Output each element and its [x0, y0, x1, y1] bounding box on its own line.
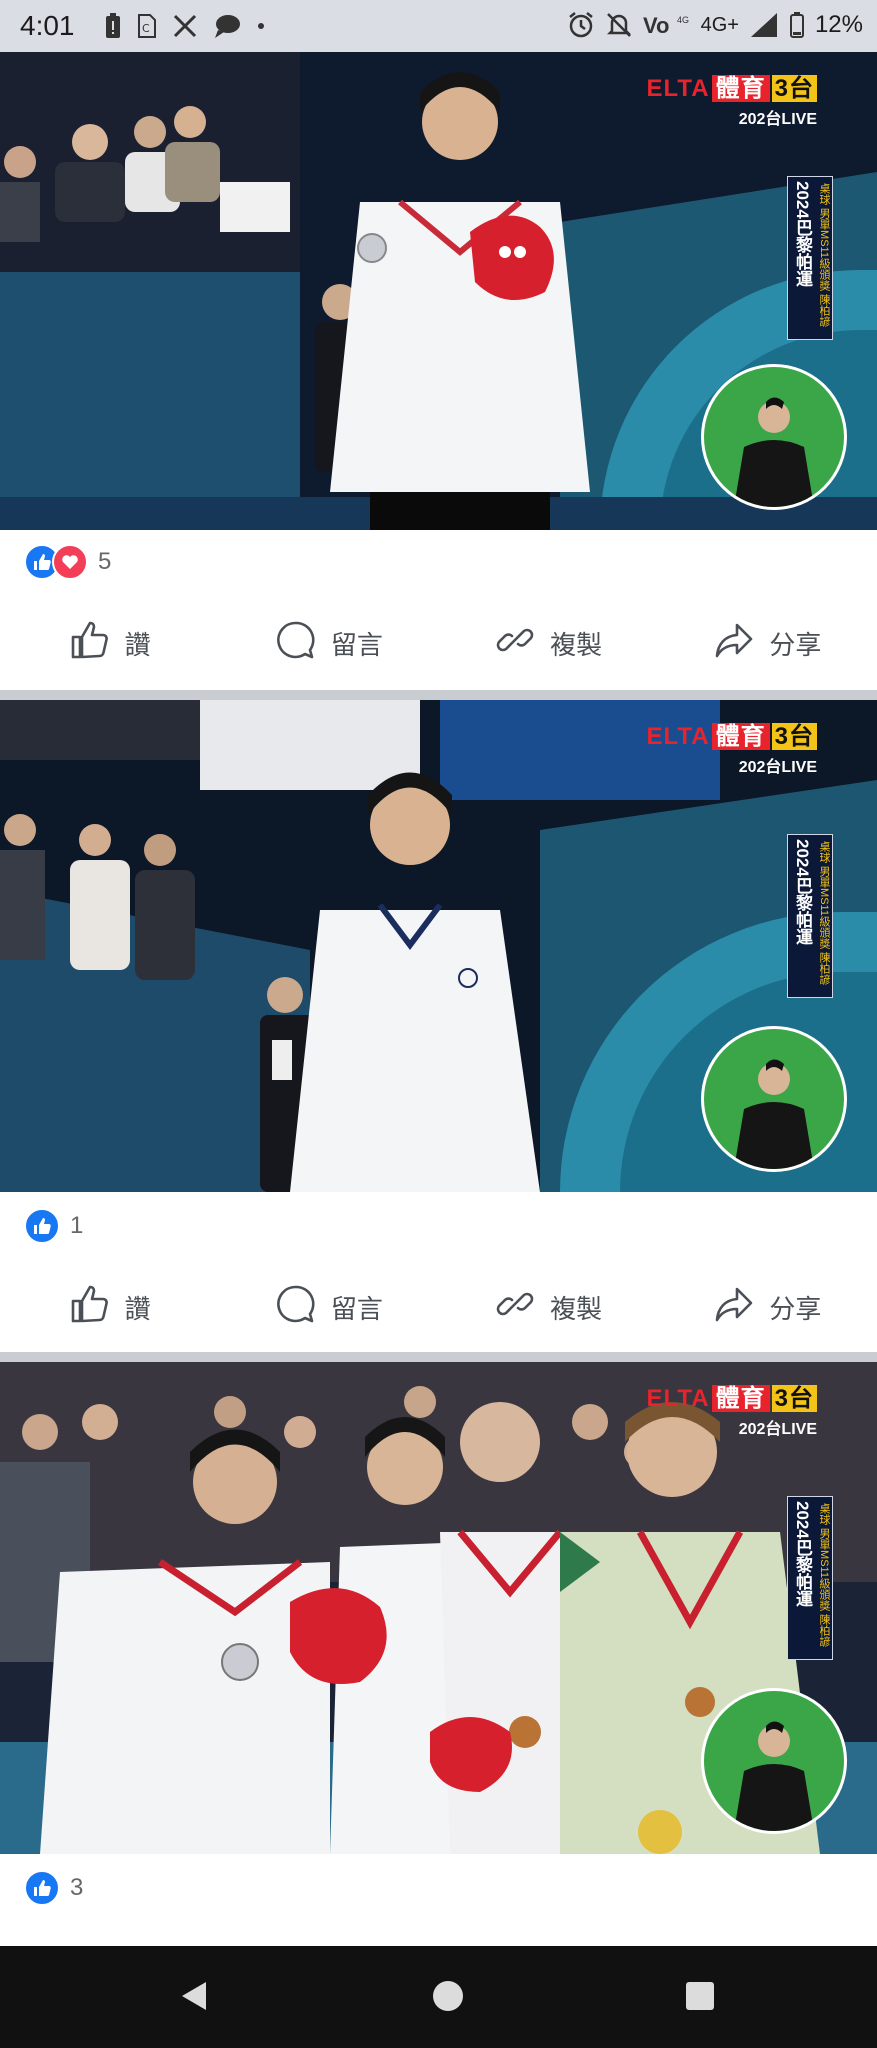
copy-label: 複製 — [550, 1293, 603, 1324]
comment-button[interactable]: 留言 — [219, 1272, 438, 1342]
volte-icon: Vo 4G — [643, 9, 691, 41]
event-badge: 2024巴黎帕運 桌球 男單MS11級頒獎 陳柏諺 — [787, 176, 833, 340]
comment-icon — [275, 619, 317, 668]
status-system-icons: Vo 4G 4G+ 12% — [567, 9, 863, 41]
brand-channel-num: 3台 — [771, 1385, 817, 1412]
post-actions: 讚 留言 複製 分享 — [0, 608, 877, 678]
svg-text:C: C — [142, 22, 150, 35]
signal-icon — [749, 9, 779, 41]
post-2: ELTA 體育 3台 202台LIVE 2024巴黎帕運 桌球 男單MS11級頒獎 … — [0, 700, 877, 1352]
back-button[interactable] — [174, 1976, 214, 2016]
status-notification-icons: C — [104, 10, 266, 42]
broadcast-logo: ELTA 體育 3台 202台LIVE — [647, 716, 817, 777]
battery-icon — [789, 9, 805, 41]
thumbs-up-icon — [69, 1283, 111, 1332]
dot-icon — [256, 10, 266, 42]
like-label: 讚 — [124, 629, 151, 660]
sign-interpreter-inset — [701, 1688, 847, 1834]
system-navigation-bar — [0, 1946, 877, 2048]
channel-sub: 202台LIVE — [738, 759, 817, 776]
like-reaction-icon — [24, 1208, 60, 1244]
comment-icon — [275, 1283, 317, 1332]
share-button[interactable]: 分享 — [658, 608, 877, 678]
share-label: 分享 — [769, 629, 822, 660]
home-circle-icon — [433, 1981, 463, 2011]
event-title: 2024巴黎帕運 — [793, 839, 812, 945]
battery-alert-icon — [104, 10, 122, 42]
post-photo[interactable]: ELTA 體育 3台 202台LIVE 2024巴黎帕運 桌球 男單MS11級頒獎 … — [0, 52, 877, 530]
post-3: ELTA 體育 3台 202台LIVE 2024巴黎帕運 桌球 男單MS11級頒獎 … — [0, 1362, 877, 1946]
recents-button[interactable] — [680, 1976, 720, 2016]
sim-icon: C — [136, 10, 158, 42]
post-actions: 讚 留言 複製 分享 — [0, 1272, 877, 1342]
share-button[interactable]: 分享 — [658, 1272, 877, 1342]
like-button[interactable]: 讚 — [0, 1272, 219, 1342]
alarm-icon — [567, 9, 595, 41]
event-title: 2024巴黎帕運 — [793, 1501, 812, 1607]
reaction-summary[interactable]: 1 — [24, 1206, 83, 1246]
brand-channel-ch: 體育 — [711, 1385, 770, 1412]
post-divider — [0, 1352, 877, 1362]
like-button[interactable]: 讚 — [0, 608, 219, 678]
link-icon — [494, 1283, 536, 1332]
copy-link-button[interactable]: 複製 — [439, 608, 658, 678]
event-subtitle: 桌球 男單MS11級頒獎 陳柏諺 — [818, 841, 830, 986]
back-triangle-icon — [182, 1982, 206, 2010]
reaction-count: 1 — [70, 1212, 84, 1239]
brand-channel-num: 3台 — [771, 723, 817, 750]
status-bar: 4:01 C Vo 4G 4G+ 12% — [0, 0, 877, 52]
event-title: 2024巴黎帕運 — [793, 181, 812, 287]
channel-sub: 202台LIVE — [738, 1421, 817, 1438]
brand-channel-ch: 體育 — [711, 75, 770, 102]
sign-interpreter-inset — [701, 1026, 847, 1172]
brand-channel-ch: 體育 — [711, 723, 770, 750]
brand-name: ELTA — [646, 75, 710, 102]
broadcast-logo: ELTA 體育 3台 202台LIVE — [647, 68, 817, 129]
like-reaction-icon — [24, 1870, 60, 1906]
brand-channel-num: 3台 — [771, 75, 817, 102]
broadcast-logo: ELTA 體育 3台 202台LIVE — [647, 1378, 817, 1439]
post-divider — [0, 690, 877, 700]
thumbs-up-icon — [69, 619, 111, 668]
comment-label: 留言 — [330, 1293, 383, 1324]
channel-sub: 202台LIVE — [738, 111, 817, 128]
network-type: 4G+ — [700, 13, 739, 36]
reaction-count: 5 — [98, 548, 112, 575]
like-label: 讚 — [124, 1293, 151, 1324]
post-photo[interactable]: ELTA 體育 3台 202台LIVE 2024巴黎帕運 桌球 男單MS11級頒獎 … — [0, 1362, 877, 1854]
event-subtitle: 桌球 男單MS11級頒獎 陳柏諺 — [818, 183, 830, 328]
link-icon — [494, 619, 536, 668]
chat-bubble-icon — [212, 10, 242, 42]
event-subtitle: 桌球 男單MS11級頒獎 陳柏諺 — [818, 1503, 830, 1648]
copy-link-button[interactable]: 複製 — [439, 1272, 658, 1342]
status-time: 4:01 — [20, 10, 75, 41]
svg-text:Vo: Vo — [643, 13, 669, 38]
event-badge: 2024巴黎帕運 桌球 男單MS11級頒獎 陳柏諺 — [787, 834, 833, 998]
reaction-summary[interactable]: 3 — [24, 1868, 83, 1908]
svg-text:4G: 4G — [677, 15, 689, 25]
post-1: ELTA 體育 3台 202台LIVE 2024巴黎帕運 桌球 男單MS11級頒獎 … — [0, 52, 877, 690]
brand-name: ELTA — [646, 723, 710, 750]
battery-percent: 12% — [814, 11, 863, 38]
share-label: 分享 — [769, 1293, 822, 1324]
copy-label: 複製 — [550, 629, 603, 660]
love-reaction-icon — [52, 544, 88, 580]
x-app-icon — [172, 10, 198, 42]
home-button[interactable] — [428, 1976, 468, 2016]
share-arrow-icon — [713, 619, 755, 668]
share-arrow-icon — [713, 1283, 755, 1332]
brand-name: ELTA — [646, 1385, 710, 1412]
sign-interpreter-inset — [701, 364, 847, 510]
event-badge: 2024巴黎帕運 桌球 男單MS11級頒獎 陳柏諺 — [787, 1496, 833, 1660]
recents-square-icon — [686, 1982, 714, 2010]
comment-label: 留言 — [330, 629, 383, 660]
comment-button[interactable]: 留言 — [219, 608, 438, 678]
reaction-summary[interactable]: 5 — [24, 542, 111, 582]
mute-icon — [605, 9, 633, 41]
reaction-count: 3 — [70, 1874, 84, 1901]
post-photo[interactable]: ELTA 體育 3台 202台LIVE 2024巴黎帕運 桌球 男單MS11級頒獎 … — [0, 700, 877, 1192]
